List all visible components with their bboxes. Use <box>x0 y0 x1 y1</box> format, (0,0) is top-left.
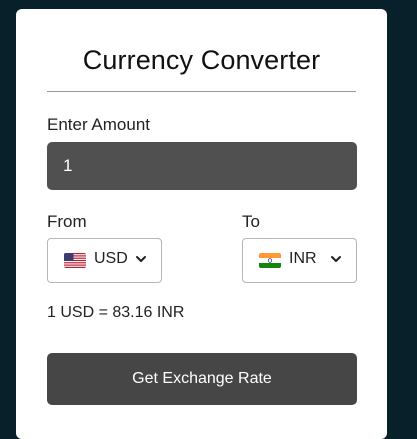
title-divider <box>47 91 356 92</box>
chevron-down-icon <box>135 252 147 264</box>
us-flag-icon <box>64 253 86 268</box>
page-title: Currency Converter <box>82 45 321 75</box>
amount-input[interactable] <box>47 142 357 190</box>
to-label: To <box>242 212 260 231</box>
to-currency-code: INR <box>289 250 317 267</box>
to-currency-select[interactable]: INR <box>242 238 357 283</box>
chevron-down-icon <box>330 252 342 264</box>
exchange-rate-result: 1 USD = 83.16 INR <box>47 304 185 321</box>
from-label: From <box>47 212 87 231</box>
from-currency-code: USD <box>94 250 128 267</box>
converter-card: Currency Converter Enter Amount From USD <box>16 9 387 439</box>
get-exchange-rate-button[interactable]: Get Exchange Rate <box>47 353 357 405</box>
from-currency-select[interactable]: USD <box>47 238 162 283</box>
india-flag-icon <box>259 253 281 268</box>
amount-label: Enter Amount <box>47 115 151 134</box>
